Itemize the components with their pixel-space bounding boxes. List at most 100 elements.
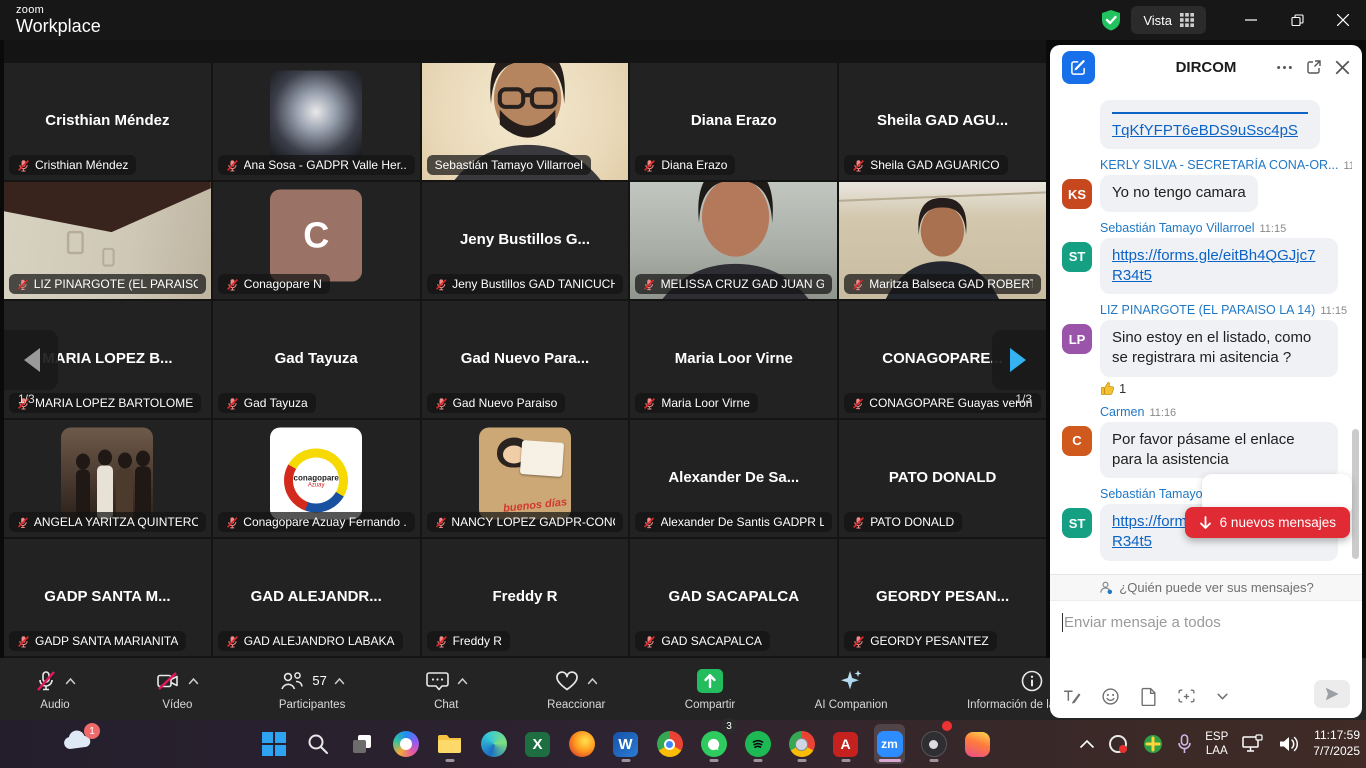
chevron-up-icon[interactable] — [457, 677, 468, 685]
participant-tile[interactable]: GEORDY PESAN...GEORDY PESANTEZ — [839, 539, 1046, 656]
system-clock[interactable]: 11:17:59 7/7/2025 — [1313, 728, 1360, 759]
close-button[interactable] — [1320, 0, 1366, 40]
taskbar-spotify-icon[interactable] — [742, 724, 773, 764]
taskbar-chrome-profile-icon[interactable] — [786, 724, 817, 764]
clock-time: 11:17:59 — [1313, 728, 1360, 744]
chevron-down-icon[interactable] — [1216, 690, 1229, 703]
sender-avatar: C — [1062, 426, 1092, 456]
chevron-up-icon[interactable] — [188, 677, 199, 685]
recorder-tray-icon[interactable] — [1107, 733, 1129, 755]
popout-icon[interactable] — [1306, 59, 1322, 75]
taskbar-copilot-icon[interactable] — [390, 724, 421, 764]
message-link[interactable]: TqKfYFPT6eBDS9uSsc4pS — [1112, 122, 1298, 139]
participant-tile[interactable]: Cristhian MéndezCristhian Méndez — [4, 63, 211, 180]
participant-display-name: Cristhian Méndez — [4, 112, 211, 129]
toolbar-share-button[interactable]: Compartir — [685, 668, 735, 711]
participant-label-text: GEORDY PESANTEZ — [870, 634, 988, 648]
participant-tile[interactable]: LIZ PINARGOTE (EL PARAISO ... — [4, 182, 211, 299]
chevron-up-icon[interactable] — [334, 677, 345, 685]
message-reaction[interactable]: 1 — [1100, 381, 1352, 396]
taskbar-excel-icon[interactable]: X — [522, 724, 553, 764]
participant-tile[interactable]: conagopareAzuayConagopare Azuay Fernando… — [213, 420, 420, 537]
attach-file-icon[interactable] — [1140, 687, 1157, 706]
taskbar-obs-icon[interactable] — [918, 724, 949, 764]
close-icon — [1337, 14, 1349, 26]
participant-tile[interactable]: Sheila GAD AGU...Sheila GAD AGUARICO — [839, 63, 1046, 180]
antivirus-tray-icon[interactable] — [1142, 733, 1164, 755]
participant-tile[interactable]: GAD ALEJANDR...GAD ALEJANDRO LABAKA — [213, 539, 420, 656]
close-chat-icon[interactable] — [1335, 60, 1350, 75]
participant-tile[interactable]: Alexander De Sa...Alexander De Santis GA… — [630, 420, 837, 537]
participant-tile[interactable]: CConagopare N — [213, 182, 420, 299]
participant-tile[interactable]: Maria Loor VirneMaria Loor Virne — [630, 301, 837, 418]
participant-name-label: MELISSA CRUZ GAD JUAN G... — [635, 274, 832, 294]
view-button[interactable]: Vista — [1131, 6, 1206, 34]
windows-taskbar: 1 X W 3 Azm ESP LAA 11:17:59 7/7/2025 — [0, 720, 1366, 768]
taskbar-edge-icon[interactable] — [478, 724, 509, 764]
participant-display-name: GADP SANTA M... — [4, 588, 211, 605]
participant-tile[interactable]: MELISSA CRUZ GAD JUAN G... — [630, 182, 837, 299]
muted-mic-icon — [226, 278, 239, 291]
chevron-up-icon[interactable] — [587, 677, 598, 685]
muted-mic-icon — [435, 516, 447, 529]
message-input[interactable]: Enviar mensaje a todos — [1050, 601, 1362, 632]
taskbar-file-explorer-icon[interactable] — [434, 724, 465, 764]
taskbar-search-icon[interactable] — [302, 724, 333, 764]
running-indicator — [797, 759, 806, 762]
tray-chevron-up-icon[interactable] — [1080, 739, 1094, 749]
taskbar-chrome-icon[interactable] — [654, 724, 685, 764]
participant-name-label: ANGELA YARITZA QUINTERO ... — [9, 512, 206, 532]
previous-page-button[interactable] — [4, 330, 58, 390]
send-button[interactable] — [1314, 680, 1350, 708]
participant-tile[interactable]: Gad Nuevo Para...Gad Nuevo Paraiso — [422, 301, 629, 418]
next-page-button[interactable] — [992, 330, 1046, 390]
taskbar-zoom-icon[interactable]: zm — [874, 724, 905, 764]
language-top: ESP — [1205, 730, 1228, 744]
chevron-up-icon[interactable] — [65, 677, 76, 685]
toolbar-chat-button[interactable]: Chat — [425, 668, 468, 711]
onedrive-cloud-icon[interactable]: 1 — [62, 729, 92, 751]
taskbar-whatsapp-icon[interactable]: 3 — [698, 724, 729, 764]
participant-tile[interactable]: Ana Sosa - GADPR Valle Her... — [213, 63, 420, 180]
taskbar-acrobat-icon[interactable]: A — [830, 724, 861, 764]
toolbar-audio-button[interactable]: Audio — [34, 668, 76, 711]
privacy-hint[interactable]: ¿Quién puede ver sus mensajes? — [1050, 574, 1362, 600]
participant-tile[interactable]: Gad TayuzaGad Tayuza — [213, 301, 420, 418]
emoji-icon[interactable] — [1101, 687, 1120, 706]
language-indicator[interactable]: ESP LAA — [1205, 730, 1228, 759]
network-tray-icon[interactable] — [1241, 734, 1265, 754]
muted-mic-icon — [17, 635, 30, 648]
participant-tile[interactable]: buenos díasNANCY LOPEZ GADPR-CONO... — [422, 420, 629, 537]
chat-scrollbar[interactable] — [1352, 429, 1359, 559]
participant-tile[interactable]: Freddy RFreddy R — [422, 539, 629, 656]
screenshot-icon[interactable] — [1177, 687, 1196, 706]
minimize-button[interactable] — [1228, 0, 1274, 40]
message-link[interactable]: https://forms.gle/eitBh4QGJjc7R34t5 — [1112, 247, 1315, 284]
microphone-tray-icon[interactable] — [1177, 733, 1192, 755]
participant-tile[interactable]: PATO DONALDPATO DONALD — [839, 420, 1046, 537]
volume-tray-icon[interactable] — [1278, 735, 1300, 753]
toolbar-item-label: Chat — [434, 699, 458, 711]
toolbar-ai-companion-button[interactable]: AI Companion — [815, 668, 888, 711]
participant-name-label: Jeny Bustillos GAD TANICUCHI — [427, 274, 624, 294]
new-messages-button[interactable]: 6 nuevos mensajes — [1185, 507, 1350, 538]
participant-tile[interactable]: Diana ErazoDiana Erazo — [630, 63, 837, 180]
toolbar-video-button[interactable]: Vídeo — [155, 668, 199, 711]
restore-button[interactable] — [1274, 0, 1320, 40]
more-options-icon[interactable] — [1276, 59, 1293, 76]
participant-tile[interactable]: GADP SANTA M...GADP SANTA MARIANITA — [4, 539, 211, 656]
taskbar-windows-icon[interactable] — [258, 724, 289, 764]
taskbar-word-icon[interactable]: W — [610, 724, 641, 764]
toolbar-react-button[interactable]: Reaccionar — [547, 668, 605, 711]
taskbar-task-view-icon[interactable] — [346, 724, 377, 764]
participant-tile[interactable]: Sebastián Tamayo Villarroel — [422, 63, 629, 180]
participant-tile[interactable]: ANGELA YARITZA QUINTERO ... — [4, 420, 211, 537]
participant-tile[interactable]: Maritza Balseca GAD ROBERT... — [839, 182, 1046, 299]
participant-tile[interactable]: Jeny Bustillos G...Jeny Bustillos GAD TA… — [422, 182, 629, 299]
taskbar-firefox-icon[interactable] — [566, 724, 597, 764]
toolbar-participants-button[interactable]: 57Participantes — [279, 668, 345, 711]
taskbar-flame-icon[interactable] — [962, 724, 993, 764]
participant-tile[interactable]: GAD SACAPALCAGAD SACAPALCA — [630, 539, 837, 656]
running-indicator — [621, 759, 630, 762]
format-text-icon[interactable] — [1062, 687, 1081, 706]
